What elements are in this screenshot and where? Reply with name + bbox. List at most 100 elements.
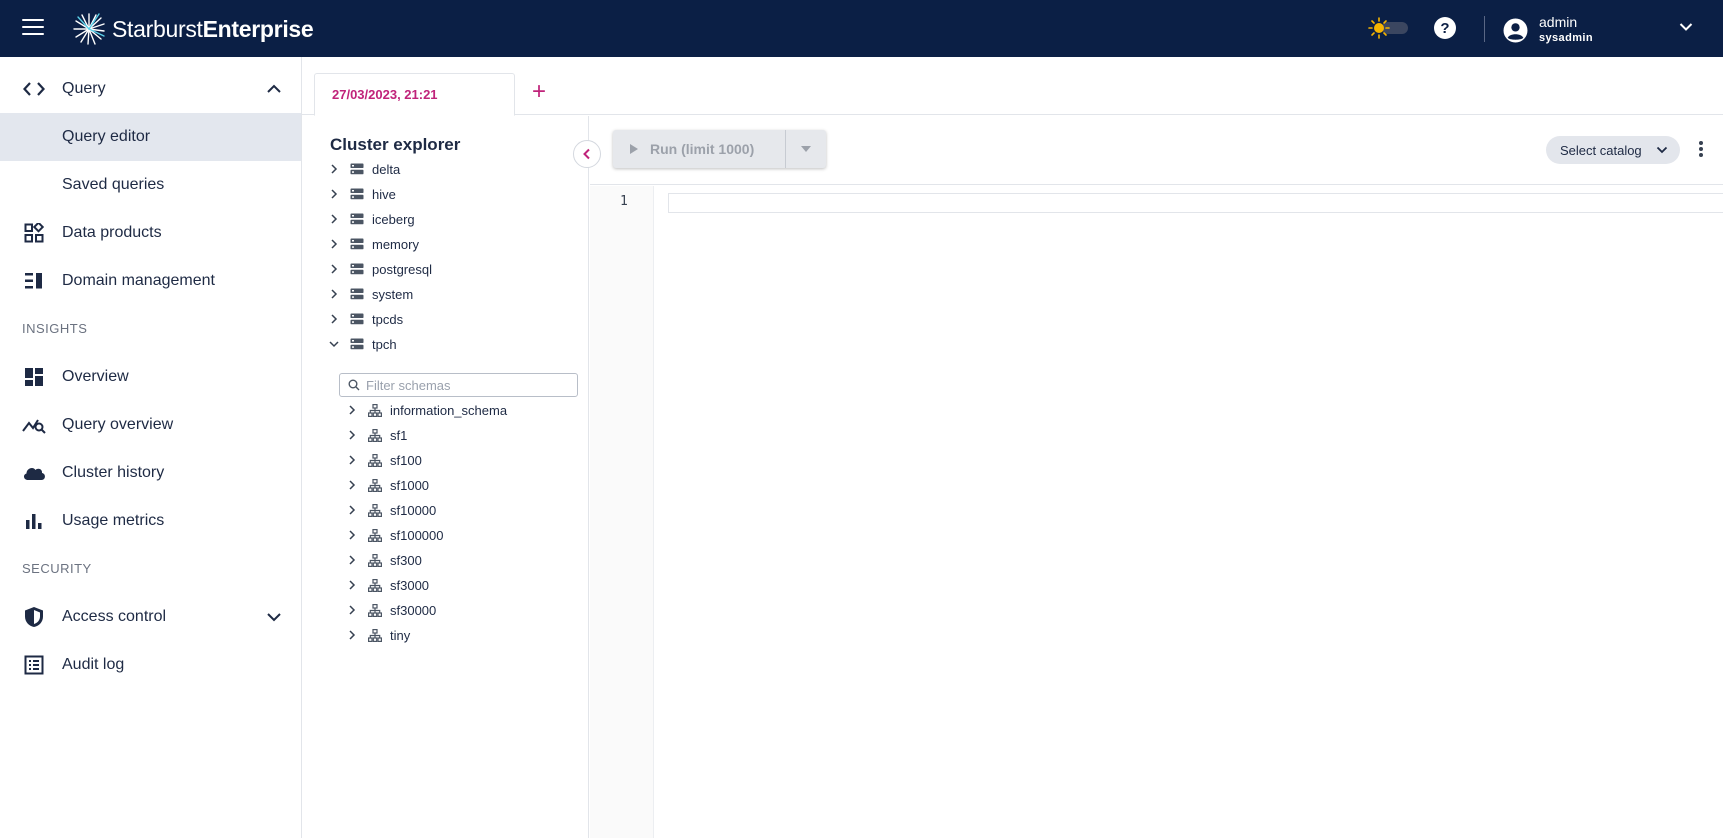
brand-logo[interactable]: StarburstEnterprise	[72, 13, 314, 45]
sun-icon	[1368, 17, 1390, 39]
catalog-name: memory	[372, 236, 419, 252]
chevron-right-icon[interactable]	[346, 404, 358, 416]
account-circle-icon	[1503, 18, 1528, 42]
catalog-item[interactable]: delta	[328, 158, 400, 180]
schema-icon	[368, 603, 382, 617]
chevron-right-icon[interactable]	[328, 188, 340, 200]
catalog-item[interactable]: iceberg	[328, 208, 415, 230]
catalog-item[interactable]: system	[328, 283, 413, 305]
schema-name: sf30000	[390, 602, 437, 618]
filter-schemas-input[interactable]	[366, 377, 566, 393]
play-icon	[630, 144, 638, 154]
schema-item[interactable]: sf100	[346, 449, 422, 471]
add-tab-button[interactable]: +	[528, 80, 550, 104]
chevron-right-icon[interactable]	[346, 554, 358, 566]
chevron-right-icon[interactable]	[328, 263, 340, 275]
chevron-right-icon[interactable]	[328, 213, 340, 225]
catalog-icon	[350, 288, 364, 300]
chevron-down-icon[interactable]	[264, 607, 284, 627]
code-editor-line[interactable]	[668, 193, 1723, 213]
schema-item[interactable]: information_schema	[346, 399, 507, 421]
schema-name: sf100	[390, 452, 422, 468]
chevron-right-icon[interactable]	[346, 429, 358, 441]
chevron-right-icon[interactable]	[346, 604, 358, 616]
sidebar-item-label: Overview	[62, 368, 129, 385]
schema-item[interactable]: sf1000	[346, 474, 429, 496]
catalog-item[interactable]: memory	[328, 233, 419, 255]
schema-icon	[368, 428, 382, 442]
schema-item[interactable]: sf3000	[346, 574, 429, 596]
sidebar-item-label: Query editor	[62, 128, 151, 145]
line-number: 1	[620, 194, 628, 209]
schema-item[interactable]: sf300	[346, 549, 422, 571]
sidebar-item-saved-queries[interactable]: Saved queries	[0, 161, 301, 209]
run-button-label: Run (limit 1000)	[650, 141, 755, 157]
chevron-right-icon[interactable]	[328, 163, 340, 175]
catalog-icon	[350, 163, 364, 175]
schema-item[interactable]: sf10000	[346, 499, 436, 521]
sidebar-item-usage-metrics[interactable]: Usage metrics	[0, 497, 301, 545]
chevron-down-icon[interactable]	[1679, 22, 1693, 32]
schema-item[interactable]: sf30000	[346, 599, 436, 621]
sidebar-item-query-overview[interactable]: Query overview	[0, 401, 301, 449]
divider	[1484, 16, 1485, 42]
run-options-button[interactable]	[786, 130, 826, 168]
sidebar-item-label: Cluster history	[62, 464, 165, 481]
schema-icon	[368, 478, 382, 492]
catalog-item[interactable]: postgresql	[328, 258, 432, 280]
schema-item[interactable]: sf100000	[346, 524, 444, 546]
sidebar-item-audit-log[interactable]: Audit log	[0, 641, 301, 689]
menu-icon[interactable]	[22, 19, 44, 37]
sidebar-item-query[interactable]: Query	[0, 65, 301, 113]
catalog-icon	[350, 313, 364, 325]
collapse-explorer-button[interactable]	[573, 140, 601, 168]
catalog-name: tpch	[372, 336, 397, 352]
chevron-right-icon[interactable]	[328, 288, 340, 300]
schema-item[interactable]: tiny	[346, 624, 410, 646]
sidebar-item-label: Domain management	[62, 272, 215, 289]
chevron-right-icon[interactable]	[328, 313, 340, 325]
chevron-right-icon[interactable]	[346, 454, 358, 466]
sidebar: Query Query editor Saved queries Data pr…	[0, 57, 302, 838]
chevron-right-icon[interactable]	[346, 504, 358, 516]
dashboard-icon	[22, 365, 46, 389]
catalog-name: iceberg	[372, 211, 415, 227]
catalog-item[interactable]: hive	[328, 183, 396, 205]
schema-name: sf1	[390, 427, 408, 443]
run-button[interactable]: Run (limit 1000)	[613, 130, 786, 168]
catalog-select-label: Select catalog	[1560, 142, 1642, 158]
help-icon[interactable]: ?	[1434, 17, 1456, 39]
catalog-item[interactable]: tpcds	[328, 308, 403, 330]
sidebar-item-access-control[interactable]: Access control	[0, 593, 301, 641]
catalog-select[interactable]: Select catalog	[1546, 136, 1680, 164]
sidebar-item-cluster-history[interactable]: Cluster history	[0, 449, 301, 497]
sidebar-item-overview[interactable]: Overview	[0, 353, 301, 401]
chevron-right-icon[interactable]	[346, 579, 358, 591]
schema-name: sf3000	[390, 577, 430, 593]
catalog-name: postgresql	[372, 261, 432, 277]
chevron-down-icon[interactable]	[328, 338, 340, 350]
tab-query[interactable]: 27/03/2023, 21:21	[314, 73, 515, 116]
sidebar-item-label: Access control	[62, 608, 167, 625]
schema-item[interactable]: sf1	[346, 424, 407, 446]
sidebar-item-data-products[interactable]: Data products	[0, 209, 301, 257]
theme-toggle[interactable]	[1368, 17, 1410, 39]
chevron-right-icon[interactable]	[346, 479, 358, 491]
sidebar-item-query-editor[interactable]: Query editor	[0, 113, 301, 161]
schema-name: sf10000	[390, 502, 437, 518]
catalog-item[interactable]: tpch	[328, 333, 397, 355]
catalog-name: system	[372, 286, 414, 302]
schema-icon	[368, 628, 382, 642]
filter-schemas-field[interactable]	[339, 373, 578, 397]
chevron-right-icon[interactable]	[346, 529, 358, 541]
chevron-right-icon[interactable]	[328, 238, 340, 250]
chevron-up-icon[interactable]	[264, 79, 284, 99]
more-options-icon[interactable]	[1695, 138, 1707, 160]
user-menu[interactable]: admin sysadmin	[1503, 14, 1593, 46]
sidebar-item-domain-management[interactable]: Domain management	[0, 257, 301, 305]
brand-name: StarburstEnterprise	[112, 16, 314, 43]
chevron-right-icon[interactable]	[346, 629, 358, 641]
schema-name: sf300	[390, 552, 422, 568]
catalog-icon	[350, 238, 364, 250]
user-name: admin	[1539, 14, 1578, 30]
